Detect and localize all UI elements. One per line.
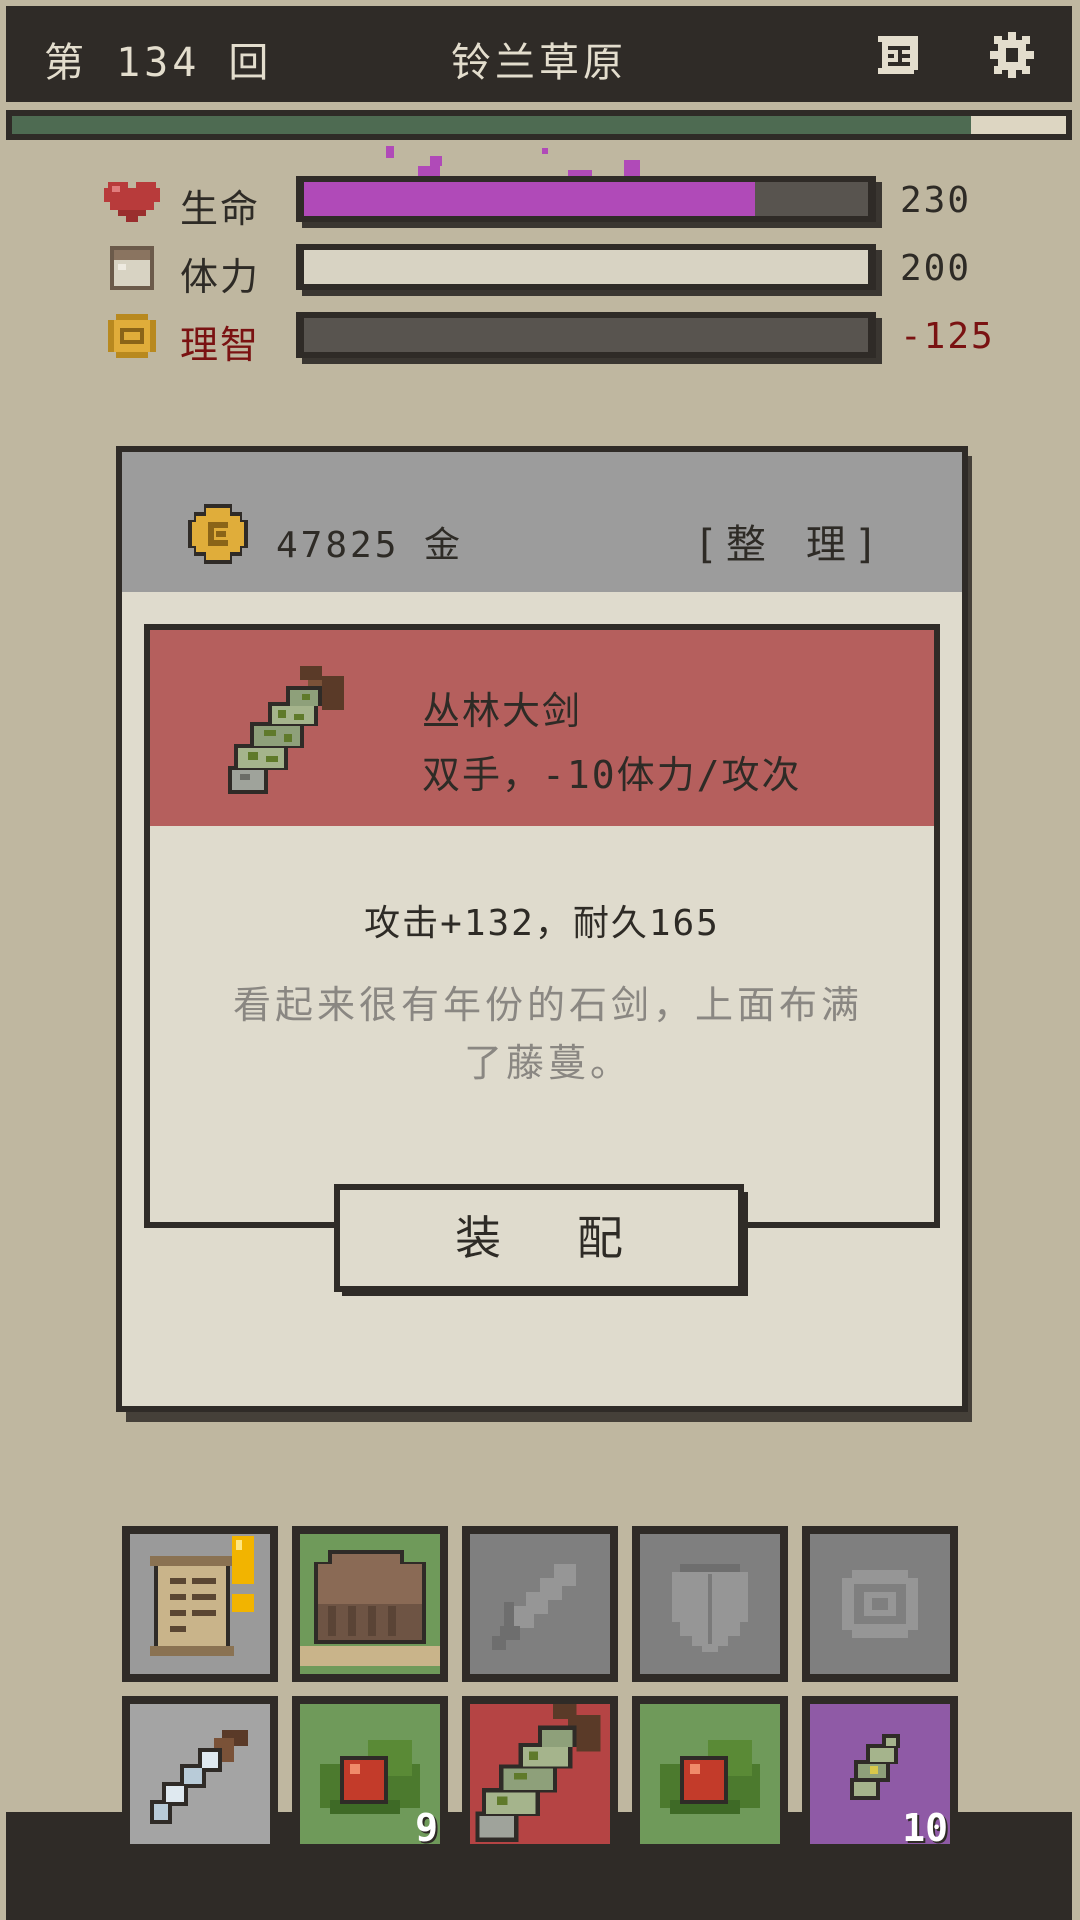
particle bbox=[386, 146, 394, 158]
inventory-slot-backpack[interactable] bbox=[292, 1526, 448, 1682]
life-bar bbox=[296, 176, 876, 222]
stamina-icon bbox=[110, 246, 154, 290]
accessory-slot-icon bbox=[842, 1570, 918, 1638]
life-bar-fill bbox=[304, 182, 756, 216]
backpack-icon bbox=[300, 1550, 440, 1666]
shield-slot-icon bbox=[672, 1564, 748, 1652]
stat-value: -125 bbox=[900, 316, 995, 357]
gold-coin-icon bbox=[188, 504, 248, 564]
jungle-greatsword-icon bbox=[228, 666, 344, 794]
steel-sword-icon bbox=[150, 1730, 248, 1824]
item-description: 看起来很有年份的石剑，上面布满了藤蔓。 bbox=[232, 983, 863, 1085]
gold-amount: 47825 金 bbox=[276, 525, 464, 566]
stat-label: 生命 bbox=[180, 187, 261, 231]
berry-icon bbox=[660, 1740, 760, 1814]
inventory-slot-weapon[interactable] bbox=[462, 1526, 618, 1682]
item-stats: 攻击+132，耐久165 bbox=[364, 903, 720, 944]
map-button[interactable] bbox=[872, 32, 924, 78]
stat-sanity: 理智 -125 bbox=[104, 310, 1004, 367]
particle bbox=[542, 148, 548, 154]
item-count: 9 bbox=[415, 1806, 438, 1850]
scroll-map-icon bbox=[878, 36, 918, 74]
inventory-slot-quest[interactable] bbox=[122, 1526, 278, 1682]
inventory-slot-item[interactable]: 10 bbox=[802, 1696, 958, 1852]
sanity-coin-icon bbox=[108, 314, 156, 358]
item-header: 丛林大剑 双手，-10体力/攻次 bbox=[150, 630, 934, 826]
item-type: 双手，-10体力/攻次 bbox=[422, 753, 802, 797]
sanity-bar bbox=[296, 312, 876, 358]
round-progress-fill bbox=[12, 116, 972, 134]
inventory-slot-item[interactable] bbox=[632, 1696, 788, 1852]
round-progress-bar bbox=[6, 110, 1072, 140]
gear-icon bbox=[990, 32, 1034, 78]
game-screen: 第 134 回 铃兰草原 生命 230 体力 200 理智 -125 47825… bbox=[0, 0, 1080, 1920]
inventory-slot-shield[interactable] bbox=[632, 1526, 788, 1682]
stat-value: 200 bbox=[900, 248, 972, 289]
jungle-greatsword-icon bbox=[475, 1704, 601, 1842]
stat-label: 体力 bbox=[180, 255, 261, 299]
exclamation-icon bbox=[232, 1536, 254, 1612]
stat-life: 生命 230 bbox=[104, 174, 1004, 231]
item-name: 丛林大剑 bbox=[422, 689, 583, 733]
sort-button[interactable]: [整 理] bbox=[694, 512, 886, 570]
item-detail-card: 丛林大剑 双手，-10体力/攻次 攻击+132，耐久165 看起来很有年份的石剑… bbox=[144, 624, 940, 1228]
equip-button[interactable]: 装 配 bbox=[334, 1184, 744, 1292]
particle bbox=[430, 156, 442, 166]
stat-value: 230 bbox=[900, 180, 972, 221]
stat-stamina: 体力 200 bbox=[104, 242, 1004, 299]
inventory-slot-item[interactable] bbox=[122, 1696, 278, 1852]
heart-icon bbox=[104, 182, 160, 222]
inventory-slot-item[interactable]: 9 bbox=[292, 1696, 448, 1852]
inventory-slot-accessory[interactable] bbox=[802, 1526, 958, 1682]
item-count: 10 bbox=[902, 1806, 948, 1850]
stamina-bar-fill bbox=[304, 250, 868, 284]
sword-slot-icon bbox=[492, 1564, 576, 1650]
stamina-bar bbox=[296, 244, 876, 290]
top-bar: 第 134 回 铃兰草原 bbox=[6, 6, 1072, 102]
settings-button[interactable] bbox=[986, 32, 1038, 78]
inventory-slot-item-selected[interactable] bbox=[462, 1696, 618, 1852]
stat-label: 理智 bbox=[180, 323, 261, 367]
panel-header: 47825 金 [整 理] bbox=[122, 452, 962, 592]
